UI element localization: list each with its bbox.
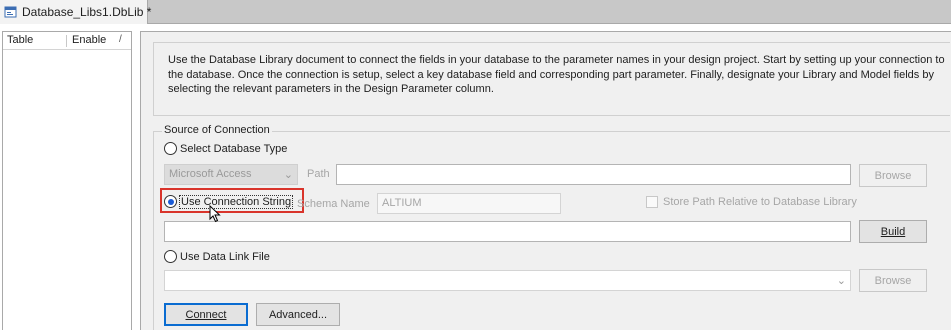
browse-data-link-label: Browse [874, 274, 912, 287]
browse-path-label: Browse [874, 169, 912, 182]
main-panel: Use the Database Library document to con… [140, 31, 951, 330]
highlight-box [160, 188, 304, 213]
path-label: Path [307, 168, 330, 180]
use-data-link-file-label: Use Data Link File [180, 250, 270, 263]
connect-label: Connect [185, 308, 227, 321]
select-database-type-label: Select Database Type [180, 142, 288, 155]
browse-data-link-button[interactable]: Browse [859, 269, 927, 292]
data-link-file-select[interactable]: ⌄ [164, 270, 851, 291]
table-list-header: Table Enable / [3, 32, 131, 50]
advanced-label: Advanced... [268, 308, 328, 321]
column-header-enable[interactable]: Enable [72, 34, 106, 46]
document-tab[interactable]: Database_Libs1.DbLib * [0, 0, 152, 24]
store-path-relative-label: Store Path Relative to Database Library [663, 196, 857, 208]
group-title: Source of Connection [162, 124, 272, 136]
tab-title: Database_Libs1.DbLib * [22, 5, 152, 19]
source-of-connection-group: Source of Connection Select Database Typ… [153, 124, 950, 330]
sort-indicator: / [119, 34, 122, 45]
column-header-table[interactable]: Table [7, 34, 33, 46]
mouse-cursor-icon [209, 205, 221, 223]
schema-name-input[interactable]: ALTIUM [377, 193, 561, 214]
connection-string-input[interactable] [164, 221, 851, 242]
radio-circle[interactable] [164, 250, 177, 263]
checkbox-box[interactable] [646, 196, 658, 208]
advanced-button[interactable]: Advanced... [256, 303, 340, 326]
table-list-pane[interactable]: Table Enable / [2, 31, 132, 330]
column-divider[interactable] [66, 35, 67, 47]
use-data-link-file-radio[interactable]: Use Data Link File [164, 250, 270, 263]
build-label: Build [880, 225, 906, 238]
radio-circle[interactable] [164, 142, 177, 155]
build-button[interactable]: Build [859, 220, 927, 243]
store-path-relative-checkbox[interactable]: Store Path Relative to Database Library [646, 196, 857, 208]
database-type-select[interactable]: Microsoft Access ⌄ [164, 164, 298, 185]
path-input[interactable] [336, 164, 851, 185]
database-library-icon [4, 5, 18, 19]
info-description: Use the Database Library document to con… [153, 42, 950, 116]
connect-button[interactable]: Connect [164, 303, 248, 326]
chevron-down-icon: ⌄ [836, 275, 846, 287]
select-database-type-radio[interactable]: Select Database Type [164, 142, 287, 155]
document-tab-bar: Database_Libs1.DbLib * [0, 0, 951, 24]
database-type-value: Microsoft Access [169, 168, 252, 180]
schema-name-label: Schema Name [297, 198, 370, 210]
browse-path-button[interactable]: Browse [859, 164, 927, 187]
chevron-down-icon: ⌄ [283, 169, 293, 181]
